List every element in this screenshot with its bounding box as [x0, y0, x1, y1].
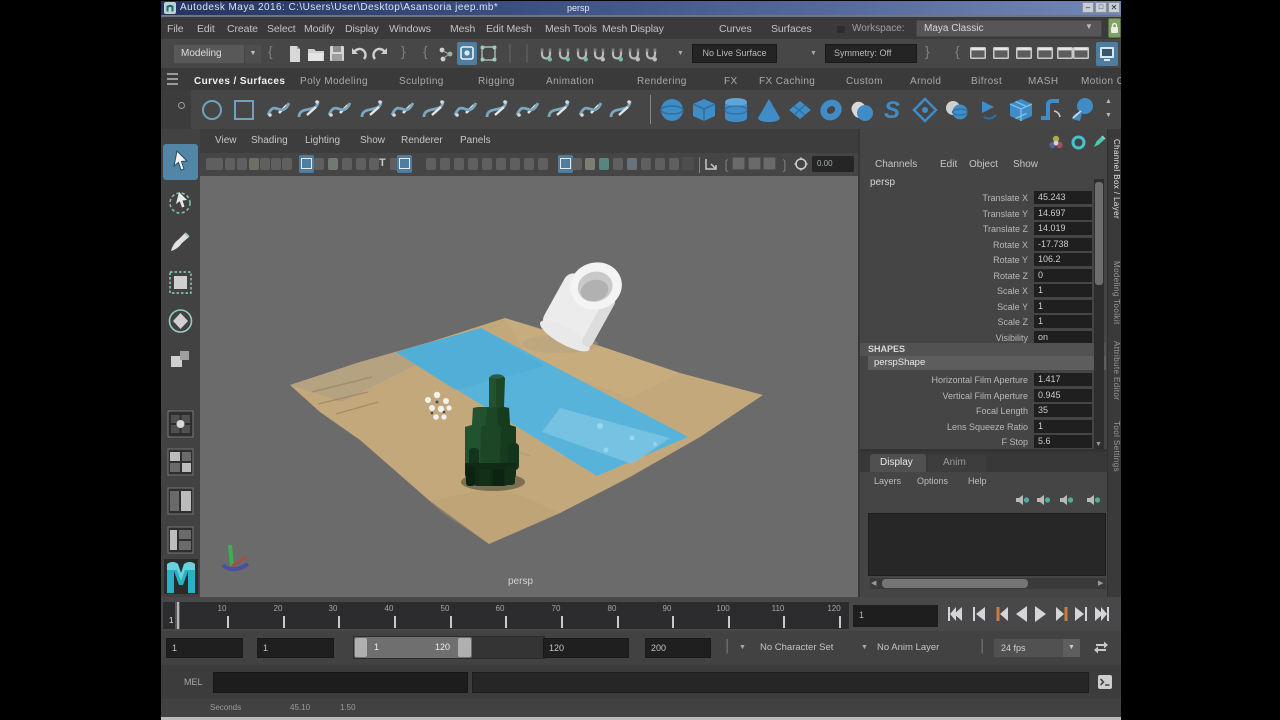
svg-text:persp: persp [508, 576, 533, 587]
svg-text:S: S [884, 97, 900, 123]
